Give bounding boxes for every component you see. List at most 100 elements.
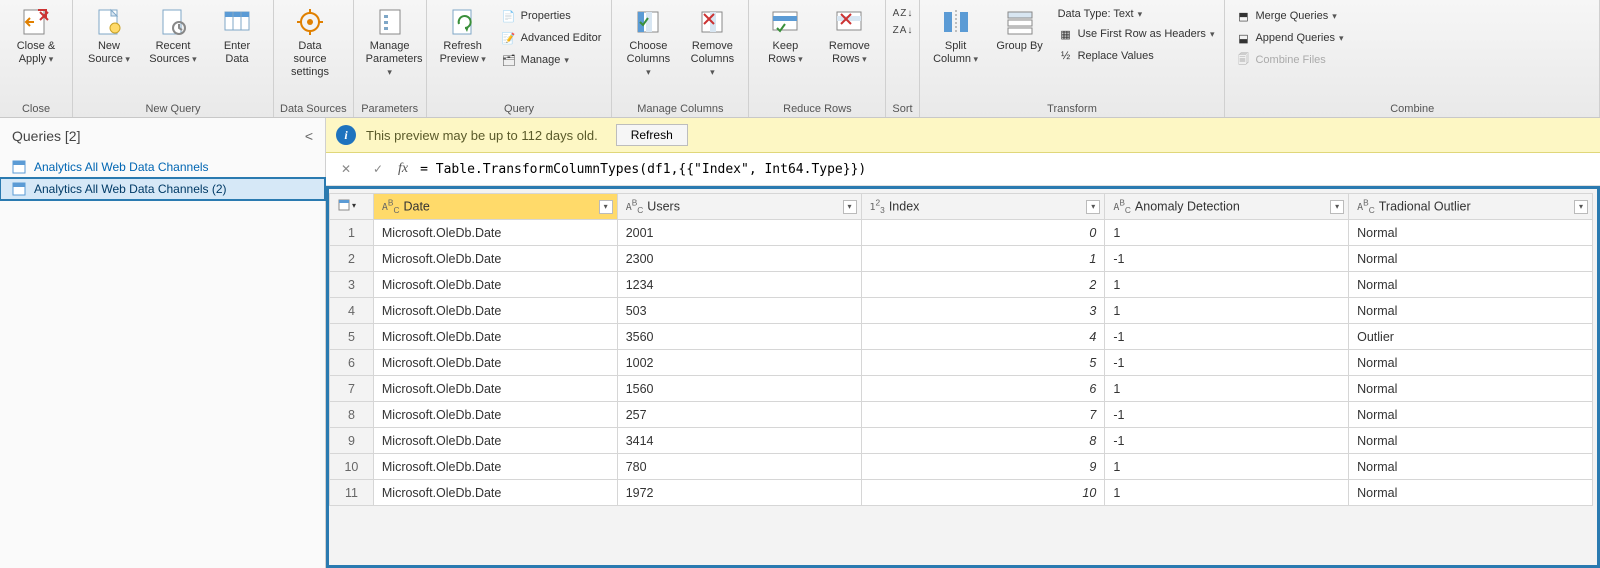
cell-anomaly[interactable]: 1 [1105,298,1349,324]
table-row[interactable]: 2Microsoft.OleDb.Date23001-1Normal [330,246,1593,272]
remove-columns-button[interactable]: Remove Columns [682,4,742,82]
column-filter-icon[interactable]: ▾ [599,200,613,214]
cell-anomaly[interactable]: 1 [1105,220,1349,246]
cell-index[interactable]: 7 [861,402,1105,428]
row-number[interactable]: 9 [330,428,374,454]
cell-outlier[interactable]: Normal [1349,428,1593,454]
row-number[interactable]: 7 [330,376,374,402]
new-source-button[interactable]: New Source [79,4,139,68]
choose-columns-button[interactable]: Choose Columns [618,4,678,82]
append-queries-button[interactable]: ⬓Append Queries [1231,28,1347,48]
cell-date[interactable]: Microsoft.OleDb.Date [373,324,617,350]
data-source-settings-button[interactable]: Data source settings [280,4,340,82]
cell-outlier[interactable]: Normal [1349,454,1593,480]
row-number[interactable]: 1 [330,220,374,246]
cell-date[interactable]: Microsoft.OleDb.Date [373,246,617,272]
query-item[interactable]: Analytics All Web Data Channels [0,156,325,178]
cell-users[interactable]: 1972 [617,480,861,506]
cell-anomaly[interactable]: -1 [1105,350,1349,376]
column-header-outlier[interactable]: ABCTradional Outlier▾ [1349,194,1593,220]
row-number[interactable]: 10 [330,454,374,480]
cell-outlier[interactable]: Normal [1349,272,1593,298]
cell-anomaly[interactable]: 1 [1105,454,1349,480]
column-header-users[interactable]: ABCUsers▾ [617,194,861,220]
column-header-index[interactable]: 123Index▾ [861,194,1105,220]
cell-date[interactable]: Microsoft.OleDb.Date [373,350,617,376]
column-filter-icon[interactable]: ▾ [843,200,857,214]
row-number[interactable]: 4 [330,298,374,324]
first-row-headers-button[interactable]: ▦Use First Row as Headers [1054,24,1219,44]
keep-rows-button[interactable]: Keep Rows [755,4,815,68]
collapse-queries-icon[interactable]: < [305,128,313,144]
advanced-editor-button[interactable]: 📝Advanced Editor [497,28,606,48]
cell-users[interactable]: 1002 [617,350,861,376]
cell-anomaly[interactable]: -1 [1105,246,1349,272]
cell-anomaly[interactable]: -1 [1105,428,1349,454]
table-row[interactable]: 10Microsoft.OleDb.Date78091Normal [330,454,1593,480]
table-row[interactable]: 1Microsoft.OleDb.Date200101Normal [330,220,1593,246]
column-filter-icon[interactable]: ▾ [1574,200,1588,214]
cell-index[interactable]: 3 [861,298,1105,324]
cell-date[interactable]: Microsoft.OleDb.Date [373,298,617,324]
cell-outlier[interactable]: Normal [1349,350,1593,376]
cell-anomaly[interactable]: 1 [1105,272,1349,298]
table-row[interactable]: 5Microsoft.OleDb.Date35604-1Outlier [330,324,1593,350]
row-number[interactable]: 3 [330,272,374,298]
cell-date[interactable]: Microsoft.OleDb.Date [373,454,617,480]
row-number[interactable]: 6 [330,350,374,376]
column-header-date[interactable]: ABCDate▾ [373,194,617,220]
query-item[interactable]: Analytics All Web Data Channels (2) [0,178,325,200]
cell-date[interactable]: Microsoft.OleDb.Date [373,376,617,402]
close-apply-button[interactable]: Close & Apply [6,4,66,68]
cell-users[interactable]: 3414 [617,428,861,454]
sort-desc-button[interactable]: ZA↓ [893,25,913,36]
cell-index[interactable]: 2 [861,272,1105,298]
cell-index[interactable]: 9 [861,454,1105,480]
cell-anomaly[interactable]: -1 [1105,324,1349,350]
refresh-preview-button[interactable]: Refresh Preview [433,4,493,68]
cell-users[interactable]: 1234 [617,272,861,298]
table-row[interactable]: 6Microsoft.OleDb.Date10025-1Normal [330,350,1593,376]
cell-outlier[interactable]: Outlier [1349,324,1593,350]
merge-queries-button[interactable]: ⬒Merge Queries [1231,6,1347,26]
cell-users[interactable]: 3560 [617,324,861,350]
enter-data-button[interactable]: Enter Data [207,4,267,68]
cell-outlier[interactable]: Normal [1349,480,1593,506]
formula-cancel-icon[interactable]: ✕ [334,157,358,181]
cell-users[interactable]: 257 [617,402,861,428]
cell-anomaly[interactable]: 1 [1105,480,1349,506]
row-number[interactable]: 11 [330,480,374,506]
table-corner-button[interactable]: ▾ [330,194,374,220]
cell-outlier[interactable]: Normal [1349,402,1593,428]
data-type-button[interactable]: Data Type: Text [1054,6,1219,22]
formula-commit-icon[interactable]: ✓ [366,157,390,181]
cell-index[interactable]: 6 [861,376,1105,402]
cell-anomaly[interactable]: -1 [1105,402,1349,428]
row-number[interactable]: 2 [330,246,374,272]
cell-date[interactable]: Microsoft.OleDb.Date [373,480,617,506]
column-filter-icon[interactable]: ▾ [1330,200,1344,214]
combine-files-button[interactable]: 🗐Combine Files [1231,50,1347,70]
sort-asc-button[interactable]: AZ↓ [893,8,913,19]
properties-button[interactable]: 📄Properties [497,6,606,26]
replace-values-button[interactable]: ½Replace Values [1054,46,1219,66]
table-row[interactable]: 4Microsoft.OleDb.Date50331Normal [330,298,1593,324]
cell-date[interactable]: Microsoft.OleDb.Date [373,428,617,454]
cell-outlier[interactable]: Normal [1349,376,1593,402]
cell-index[interactable]: 0 [861,220,1105,246]
cell-users[interactable]: 2001 [617,220,861,246]
cell-users[interactable]: 2300 [617,246,861,272]
table-row[interactable]: 8Microsoft.OleDb.Date2577-1Normal [330,402,1593,428]
cell-index[interactable]: 10 [861,480,1105,506]
cell-anomaly[interactable]: 1 [1105,376,1349,402]
column-filter-icon[interactable]: ▾ [1086,200,1100,214]
table-row[interactable]: 11Microsoft.OleDb.Date1972101Normal [330,480,1593,506]
cell-date[interactable]: Microsoft.OleDb.Date [373,220,617,246]
table-row[interactable]: 9Microsoft.OleDb.Date34148-1Normal [330,428,1593,454]
table-row[interactable]: 3Microsoft.OleDb.Date123421Normal [330,272,1593,298]
remove-rows-button[interactable]: Remove Rows [819,4,879,68]
cell-outlier[interactable]: Normal [1349,246,1593,272]
cell-date[interactable]: Microsoft.OleDb.Date [373,402,617,428]
cell-index[interactable]: 4 [861,324,1105,350]
cell-outlier[interactable]: Normal [1349,298,1593,324]
